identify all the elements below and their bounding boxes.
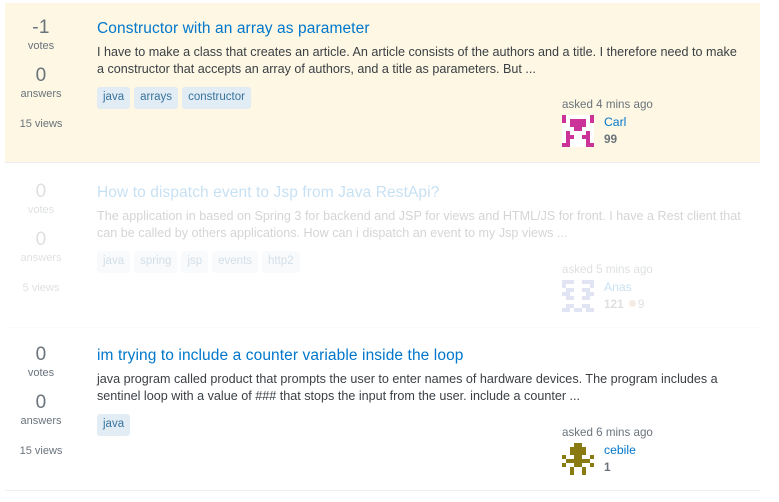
tag-spring[interactable]: spring <box>134 251 178 273</box>
user-reputation-row: 99 <box>604 132 617 146</box>
bronze-badge-icon <box>628 300 636 308</box>
question-main: Constructor with an array as parameter I … <box>97 19 759 109</box>
views-count: 5 views <box>22 282 60 294</box>
question-title-link[interactable]: How to dispatch event to Jsp from Java R… <box>97 183 759 203</box>
question-divider <box>5 327 760 328</box>
user-name-link[interactable]: cebile <box>604 442 636 459</box>
question-excerpt: I have to make a class that creates an a… <box>97 45 737 76</box>
user-name-link[interactable]: Carl <box>604 114 626 131</box>
question-main: im trying to include a counter variable … <box>97 346 759 436</box>
user-avatar-icon[interactable] <box>562 115 594 147</box>
question-divider <box>5 162 760 163</box>
question-user-card: asked 6 mins ago cebile 1 <box>560 425 760 477</box>
asked-timestamp: asked 6 mins ago <box>562 426 653 439</box>
answers-count: 0 <box>35 65 47 86</box>
question-title-link[interactable]: im trying to include a counter variable … <box>97 346 759 366</box>
user-reputation-row: 121 9 <box>604 297 644 311</box>
tag-jsp[interactable]: jsp <box>181 251 209 273</box>
question-stats: 0 votes 0 answers 5 views <box>0 181 82 295</box>
votes-count: -1 <box>32 17 50 38</box>
views-count: 15 views <box>19 445 63 457</box>
answers-count: 0 <box>35 229 47 250</box>
votes-label: votes <box>27 367 55 379</box>
question-summary[interactable]: -1 votes 0 answers 15 views Constructor with … <box>0 3 779 163</box>
tag-java[interactable]: java <box>97 87 131 109</box>
answers-count: 0 <box>35 392 47 413</box>
tag-arrays[interactable]: arrays <box>134 87 179 109</box>
user-avatar-icon[interactable] <box>562 280 594 312</box>
user-reputation: 121 <box>604 297 624 311</box>
tag-java[interactable]: java <box>97 414 131 436</box>
answers-label: answers <box>20 88 62 100</box>
votes-label: votes <box>27 40 55 52</box>
user-reputation-row: 1 <box>604 460 611 474</box>
question-excerpt: java program called product that prompts… <box>97 372 718 403</box>
answers-block: 0 answers <box>0 65 82 101</box>
question-stats: -1 votes 0 answers 15 views <box>0 17 82 131</box>
question-main: How to dispatch event to Jsp from Java R… <box>97 183 759 273</box>
votes-count: 0 <box>35 181 47 202</box>
question-stats: 0 votes 0 answers 15 views <box>0 344 82 458</box>
question-user-card: asked 4 mins ago Carl 99 <box>560 97 760 149</box>
answers-label: answers <box>20 252 62 264</box>
answers-block: 0 answers <box>0 392 82 428</box>
question-summary[interactable]: 0 votes 0 answers 15 views im trying to inclu… <box>0 330 779 491</box>
votes-block: 0 votes <box>0 181 82 217</box>
votes-block: 0 votes <box>0 344 82 380</box>
answers-label: answers <box>20 415 62 427</box>
asked-timestamp: asked 5 mins ago <box>562 263 653 276</box>
user-name-link[interactable]: Anas <box>604 279 644 296</box>
votes-label: votes <box>27 204 55 216</box>
question-user-card: asked 5 mins ago Anas 121 9 <box>560 262 760 314</box>
tag-http2[interactable]: http2 <box>262 251 300 273</box>
question-excerpt: The application in based on Spring 3 for… <box>97 209 741 240</box>
answers-block: 0 answers <box>0 229 82 265</box>
votes-count: 0 <box>35 344 47 365</box>
user-reputation: 99 <box>604 132 618 146</box>
tag-constructor[interactable]: constructor <box>182 87 251 109</box>
tag-events[interactable]: events <box>212 251 259 273</box>
user-reputation: 1 <box>604 460 611 474</box>
question-title-link[interactable]: Constructor with an array as parameter <box>97 19 759 39</box>
user-avatar-icon[interactable] <box>562 443 594 475</box>
tag-java[interactable]: java <box>97 251 131 273</box>
question-divider <box>5 490 760 491</box>
badge-count: 9 <box>637 297 645 311</box>
question-list: -1 votes 0 answers 15 views Constructor with … <box>0 0 779 502</box>
votes-block: -1 votes <box>0 17 82 53</box>
badge-bronze: 9 <box>628 296 645 312</box>
views-count: 15 views <box>19 118 63 130</box>
question-summary[interactable]: 0 votes 0 answers 5 views How to dispatch eve… <box>0 167 779 328</box>
asked-timestamp: asked 4 mins ago <box>562 98 653 111</box>
